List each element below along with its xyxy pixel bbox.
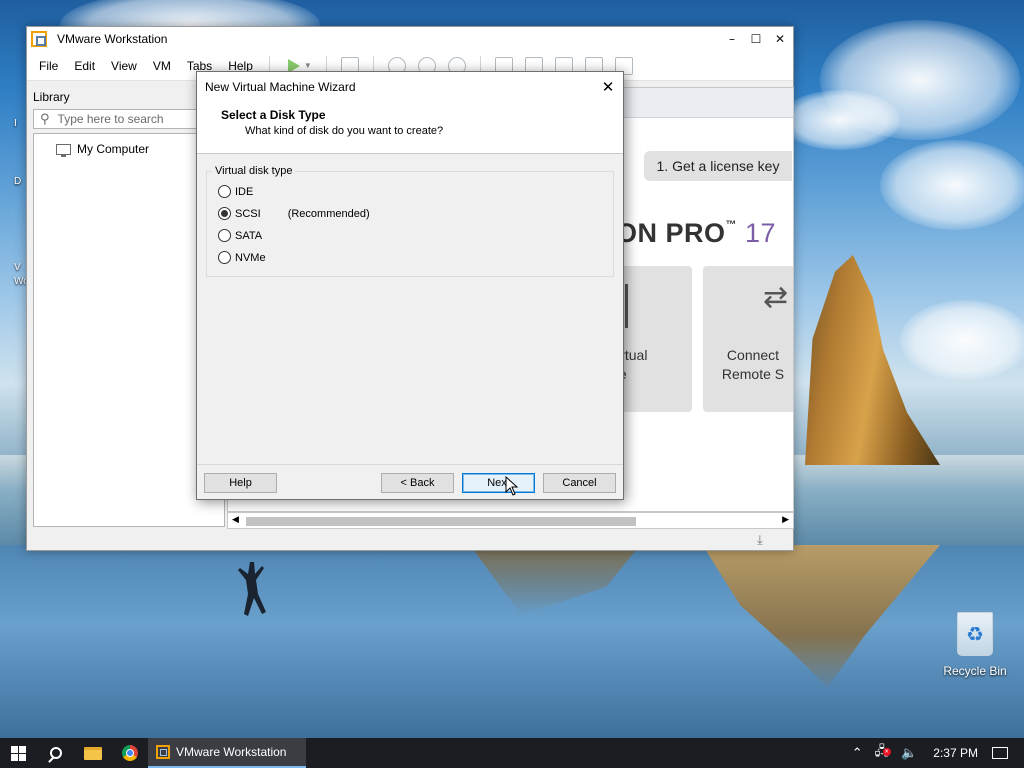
wizard-subheading: What kind of disk do you want to create?	[245, 125, 444, 137]
menu-vm[interactable]: VM	[145, 59, 179, 73]
start-button[interactable]	[0, 738, 37, 768]
swap-arrows-icon: ⇄	[763, 280, 789, 315]
product-brand: ON PRO™ 17	[616, 218, 776, 249]
brand-text: ON PRO	[616, 218, 726, 248]
radio-nvme[interactable]: NVMe	[218, 251, 266, 264]
vmware-app-icon	[156, 745, 170, 759]
radio-label: IDE	[235, 185, 254, 198]
radio-button[interactable]	[218, 229, 231, 242]
radio-sata[interactable]: SATA	[218, 229, 262, 242]
group-label: Virtual disk type	[212, 165, 296, 177]
search-placeholder: Type here to search	[57, 112, 164, 126]
system-tray: ⌃ 🖧 × 🔈 2:37 PM	[846, 738, 1024, 768]
file-explorer-button[interactable]	[74, 738, 111, 768]
search-icon	[49, 747, 62, 759]
download-icon[interactable]: ⤓	[757, 533, 763, 548]
title-bar[interactable]: VMware Workstation – ☐ ✕	[27, 27, 793, 51]
notifications-icon[interactable]	[992, 747, 1008, 759]
radio-label: SATA	[235, 229, 263, 242]
taskbar: VMware Workstation ⌃ 🖧 × 🔈 2:37 PM	[0, 738, 1024, 768]
scroll-left-icon[interactable]: ◀	[232, 515, 239, 525]
cloud	[900, 300, 1024, 380]
close-button[interactable]: ✕	[769, 28, 791, 50]
taskbar-task-label: VMware Workstation	[176, 745, 287, 759]
search-button[interactable]	[37, 738, 74, 768]
radio-scsi[interactable]: SCSI (Recommended)	[218, 207, 370, 220]
brand-tm: ™	[725, 219, 738, 231]
cancel-button[interactable]: Cancel	[543, 473, 616, 493]
tree-item-my-computer[interactable]: My Computer	[56, 142, 150, 157]
dialog-title: New Virtual Machine Wizard	[205, 80, 356, 94]
cloud	[780, 90, 900, 150]
brand-version: 17	[745, 218, 777, 248]
wizard-header: Select a Disk Type What kind of disk do …	[197, 102, 623, 154]
close-icon[interactable]: ✕	[593, 72, 623, 102]
tree-item-label: My Computer	[77, 142, 150, 156]
taskbar-vmware-workstation[interactable]: VMware Workstation	[148, 738, 306, 768]
computer-icon	[56, 143, 71, 157]
virtual-disk-type-group: Virtual disk type IDE SCSI (Recommended)…	[206, 165, 614, 277]
scrollbar-thumb[interactable]	[246, 517, 636, 526]
back-button[interactable]: < Back	[381, 473, 454, 493]
dialog-title-bar[interactable]: New Virtual Machine Wizard ✕	[197, 72, 623, 102]
menu-view[interactable]: View	[103, 59, 145, 73]
radio-button-selected[interactable]	[218, 207, 231, 220]
next-button[interactable]: Next	[462, 473, 535, 493]
network-icon[interactable]: 🖧 ×	[875, 742, 891, 764]
recycle-bin[interactable]: Recycle Bin	[940, 612, 1010, 678]
wizard-heading: Select a Disk Type	[221, 108, 326, 122]
menu-edit[interactable]: Edit	[66, 59, 103, 73]
footer-divider	[197, 464, 623, 465]
mouse-cursor-icon	[505, 476, 519, 496]
new-vm-wizard-dialog: New Virtual Machine Wizard ✕ Select a Di…	[196, 71, 624, 500]
windows-logo-icon	[11, 745, 26, 761]
horizontal-scrollbar[interactable]: ◀ ▶	[227, 512, 794, 529]
connect-remote-server-tile[interactable]: ⇄ Connect Remote S	[703, 266, 793, 412]
recommended-note: (Recommended)	[287, 207, 370, 220]
radio-ide[interactable]: IDE	[218, 185, 253, 198]
get-license-key-button[interactable]: 1. Get a license key	[644, 151, 792, 181]
vmware-app-icon	[31, 31, 47, 47]
recycle-bin-icon	[957, 612, 993, 656]
radio-label: NVMe	[235, 251, 266, 264]
chevron-down-icon[interactable]: ▼	[304, 61, 312, 70]
search-icon: ⚲	[40, 111, 50, 127]
window-title: VMware Workstation	[57, 32, 168, 46]
minimize-button[interactable]: –	[721, 28, 743, 50]
tile-label: Remote S	[721, 366, 785, 382]
maximize-button[interactable]: ☐	[745, 28, 767, 50]
network-error-icon: ×	[882, 748, 891, 756]
library-search-input[interactable]: ⚲ Type here to search	[33, 109, 223, 129]
recycle-bin-label: Recycle Bin	[943, 664, 1007, 678]
scroll-right-icon[interactable]: ▶	[782, 515, 789, 525]
person-silhouette	[238, 562, 266, 616]
radio-button[interactable]	[218, 185, 231, 198]
clock[interactable]: 2:37 PM	[933, 746, 978, 760]
help-button[interactable]: Help	[204, 473, 277, 493]
chrome-button[interactable]	[111, 738, 148, 768]
chrome-icon	[121, 745, 138, 761]
tile-label: Connect	[726, 347, 780, 363]
radio-button[interactable]	[218, 251, 231, 264]
menu-file[interactable]: File	[31, 59, 66, 73]
cloud	[880, 140, 1024, 230]
folder-icon	[83, 746, 102, 760]
chevron-up-icon[interactable]: ⌃	[852, 746, 863, 761]
radio-label: SCSI	[235, 207, 261, 220]
volume-icon[interactable]: 🔈	[901, 746, 917, 761]
create-vm-tile[interactable]: Virtual ine	[608, 266, 692, 412]
